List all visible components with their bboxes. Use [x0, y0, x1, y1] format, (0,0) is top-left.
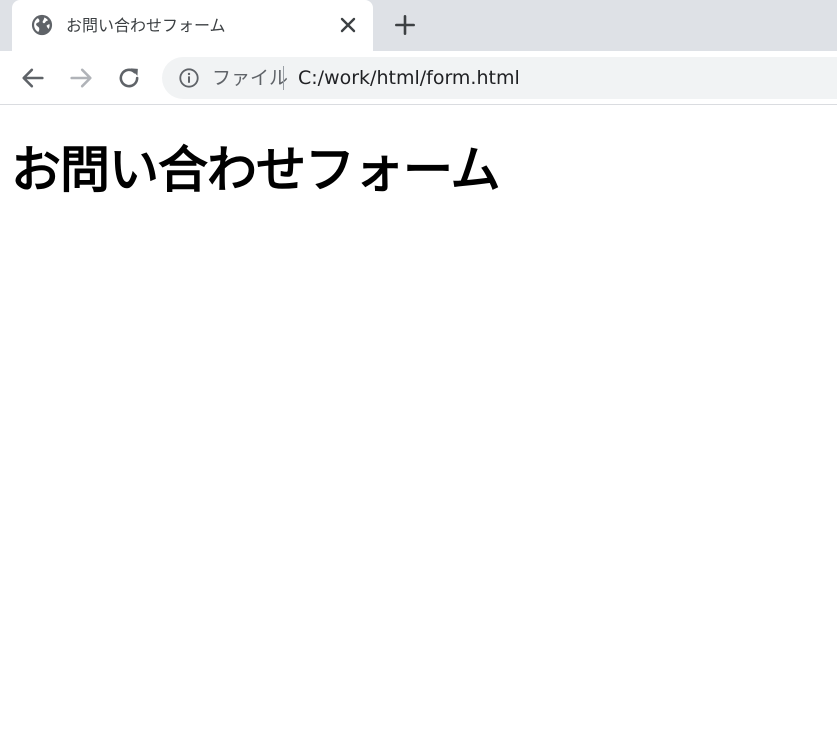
arrow-back-icon[interactable]	[19, 64, 47, 92]
tab-active[interactable]: お問い合わせフォーム	[12, 0, 373, 51]
tab-title: お問い合わせフォーム	[66, 16, 226, 35]
plus-icon[interactable]	[392, 12, 418, 38]
close-icon[interactable]	[336, 13, 360, 37]
url-text[interactable]: C:/work/html/form.html	[298, 66, 520, 90]
globe-icon	[31, 14, 53, 36]
info-icon[interactable]	[178, 67, 200, 89]
omnibox-separator	[283, 66, 284, 90]
tab-strip: お問い合わせフォーム	[0, 0, 837, 51]
browser-toolbar: ファイル C:/work/html/form.html	[0, 51, 837, 105]
address-bar[interactable]: ファイル C:/work/html/form.html	[162, 57, 837, 99]
scheme-label: ファイル	[212, 67, 289, 89]
arrow-forward-icon[interactable]	[67, 64, 95, 92]
page-heading: お問い合わせフォーム	[11, 141, 500, 199]
reload-icon[interactable]	[115, 64, 143, 92]
